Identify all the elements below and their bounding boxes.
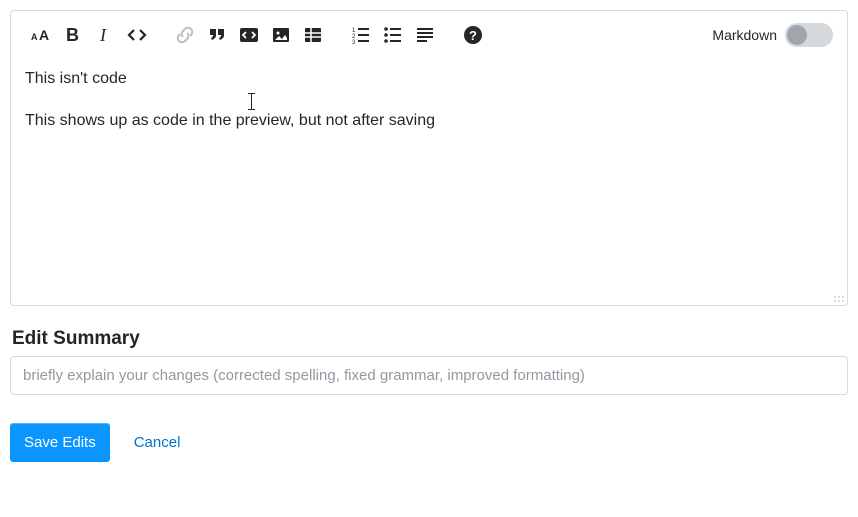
image-icon[interactable] [265, 19, 297, 51]
ordered-list-icon[interactable]: 123 [345, 19, 377, 51]
resize-handle[interactable] [11, 295, 847, 305]
horizontal-rule-icon[interactable] [409, 19, 441, 51]
action-bar: Save Edits Cancel [10, 423, 848, 462]
table-icon[interactable] [297, 19, 329, 51]
markdown-toggle[interactable]: Markdown [712, 23, 833, 47]
cancel-button[interactable]: Cancel [134, 434, 181, 451]
inline-code-icon[interactable] [121, 19, 153, 51]
italic-icon[interactable]: I [89, 19, 121, 51]
toggle-switch[interactable] [785, 23, 833, 47]
markdown-toggle-label: Markdown [712, 27, 777, 43]
unordered-list-icon[interactable] [377, 19, 409, 51]
blockquote-icon[interactable] [201, 19, 233, 51]
svg-text:B: B [66, 25, 79, 45]
editor-line: This isn't code [25, 67, 833, 91]
link-icon[interactable] [169, 19, 201, 51]
edit-summary-label: Edit Summary [12, 328, 848, 350]
svg-text:I: I [99, 25, 107, 45]
help-icon[interactable]: ? [457, 19, 489, 51]
code-block-icon[interactable] [233, 19, 265, 51]
bold-icon[interactable]: B [57, 19, 89, 51]
svg-text:?: ? [469, 28, 477, 43]
svg-text:A: A [39, 27, 49, 43]
save-edits-button[interactable]: Save Edits [10, 423, 110, 462]
editor-toolbar: AA B I 123 [11, 11, 847, 55]
svg-text:A: A [31, 32, 38, 42]
edit-summary-input[interactable] [10, 356, 848, 395]
svg-text:3: 3 [352, 40, 356, 45]
text-caret-icon [247, 93, 256, 110]
editor-textarea[interactable]: This isn't code This shows up as code in… [11, 55, 847, 295]
editor-container: AA B I 123 [10, 10, 848, 306]
heading-icon[interactable]: AA [25, 19, 57, 51]
editor-line: This shows up as code in the preview, bu… [25, 109, 833, 133]
